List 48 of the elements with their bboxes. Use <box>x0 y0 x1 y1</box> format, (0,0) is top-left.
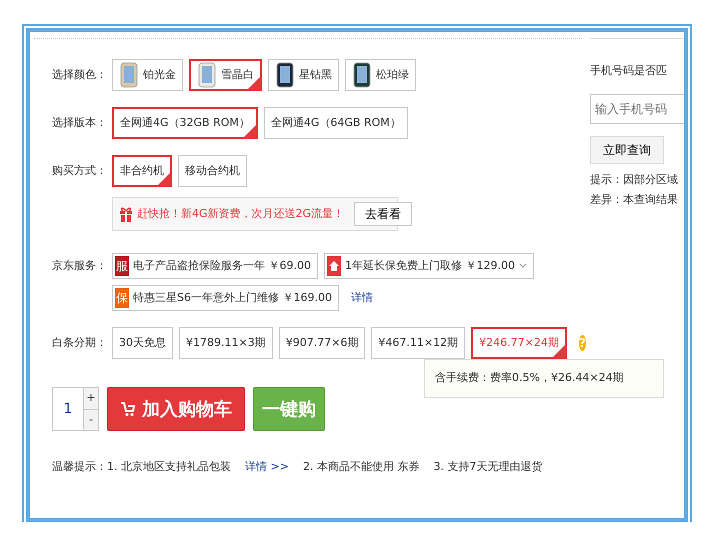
service-icon: 保 <box>115 288 129 308</box>
service-option[interactable]: 保 特惠三星S6一年意外上门维修 ￥169.00 <box>112 285 339 311</box>
service-option[interactable]: 1年延长保免费上门取修 ￥129.00 <box>324 253 534 279</box>
field-label: 选择版本： <box>52 114 108 131</box>
field-label: 购买方式： <box>52 162 108 179</box>
purchase-option[interactable]: 非合约机 <box>112 155 172 187</box>
tips-label: 温馨提示： <box>52 459 107 475</box>
promo-text: 赶快抢！新4G新资费，次月还送2G流量！ <box>137 206 344 222</box>
color-option[interactable]: 雪晶白 <box>189 59 262 91</box>
field-label: 白条分期： <box>52 334 108 351</box>
add-to-cart-button[interactable]: 加入购物车 <box>107 387 245 431</box>
fee-tooltip: 含手续费：费率0.5%，¥26.44×24期 <box>424 359 664 398</box>
details-link[interactable]: 详情 >> <box>245 459 289 476</box>
installment-option[interactable]: ¥1789.11×3期 <box>179 327 273 359</box>
view-button[interactable]: 去看看 <box>354 202 412 226</box>
color-option[interactable]: 星钻黑 <box>268 59 339 91</box>
gift-icon <box>119 206 133 222</box>
color-option[interactable]: 铂光金 <box>112 59 183 91</box>
version-option[interactable]: 全网通4G（64GB ROM） <box>264 107 408 139</box>
note-text: 差异：本查询结果 <box>590 192 679 208</box>
details-link[interactable]: 详情 <box>350 290 373 306</box>
installment-option[interactable]: ¥467.11×12期 <box>371 327 466 359</box>
panel-title: 手机号码是否匹 <box>590 63 668 79</box>
phone-icon <box>275 62 295 88</box>
quantity-stepper[interactable]: 1 + - <box>52 387 99 431</box>
field-label: 选择颜色： <box>52 66 108 83</box>
note-text: 提示：因部分区域 <box>590 172 679 188</box>
service-option[interactable]: 服 电子产品盗抢保险服务一年 ￥69.00 <box>112 253 318 279</box>
phone-icon <box>352 62 372 88</box>
color-option[interactable]: 松珀绿 <box>345 59 416 91</box>
cart-icon <box>120 401 136 417</box>
tip-text: 3. 支持7天无理由退货 <box>433 459 542 475</box>
tip-text: 1. 北京地区支持礼品包装 <box>107 459 231 475</box>
minus-button[interactable]: - <box>84 408 98 430</box>
field-label: 京东服务： <box>52 258 108 274</box>
quantity-value[interactable]: 1 <box>53 388 83 430</box>
installment-option[interactable]: ¥246.77×24期 <box>471 327 567 359</box>
service-icon: 服 <box>115 256 129 276</box>
purchase-option[interactable]: 移动合约机 <box>178 155 247 187</box>
phone-icon <box>119 62 139 88</box>
query-button[interactable]: 立即查询 <box>590 136 664 164</box>
installment-option[interactable]: ¥907.77×6期 <box>278 327 366 359</box>
version-option[interactable]: 全网通4G（32GB ROM） <box>112 107 258 139</box>
phone-icon <box>197 62 217 88</box>
installment-option[interactable]: 30天免息 <box>112 327 173 359</box>
phone-input[interactable]: 输入手机号码 <box>590 94 684 124</box>
tip-text: 2. 本商品不能使用 东券 <box>302 459 420 475</box>
plus-button[interactable]: + <box>84 388 98 408</box>
